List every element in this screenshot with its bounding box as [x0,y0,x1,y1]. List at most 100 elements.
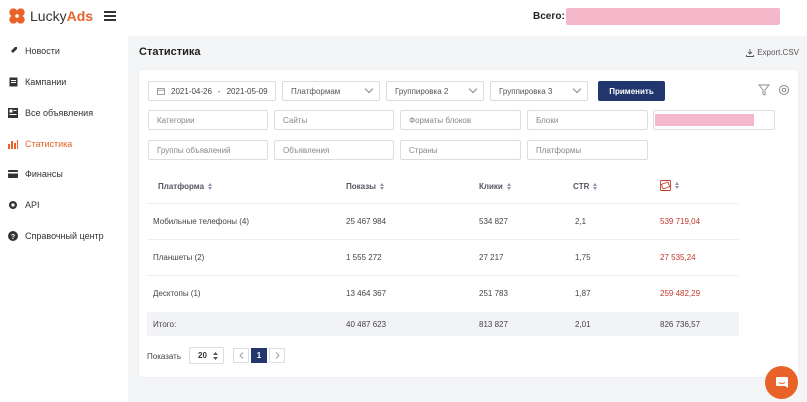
redacted-filter-value [655,114,754,126]
total-ctr: 2,01 [575,320,591,329]
row-divider [147,203,739,204]
logo-text-accent: Ads [66,8,94,24]
next-page-button[interactable] [269,348,285,363]
sites-input[interactable]: Сайты [274,110,394,130]
grouping-1-select[interactable]: Платформам [282,81,380,101]
total-clicks: 813 827 [479,320,508,329]
countries-input[interactable]: Страны [400,140,521,160]
grouping-2-value: Группировка 2 [395,86,449,96]
sidebar: Новости Кампании Все объявления Статисти… [0,36,128,402]
page-1-button[interactable]: 1 [251,348,267,363]
sidebar-item-all-ads[interactable]: Все объявления [0,103,128,123]
grouping-3-value: Группировка 3 [499,86,553,96]
categories-input[interactable]: Категории [148,110,268,130]
cell-ctr: 1,75 [575,253,591,262]
sort-icon [380,183,384,190]
sort-icon [208,183,213,190]
bar-chart-icon [8,139,18,149]
cell-platform: Десктопы (1) [153,289,201,298]
cell-cost: 539 719,04 [660,217,701,226]
clover-logo-icon [9,8,25,24]
gear-icon [8,200,18,210]
sidebar-item-news[interactable]: Новости [0,41,128,61]
grouping-2-select[interactable]: Группировка 2 [386,81,484,101]
cell-clicks: 27 217 [479,253,504,262]
sidebar-item-label: Все объявления [25,108,94,118]
redacted-balance [566,8,780,25]
chevron-left-icon [238,352,243,359]
rocket-icon [8,46,18,56]
hamburger-menu-icon[interactable] [104,11,116,21]
cell-impressions: 1 555 272 [346,253,382,262]
cell-platform: Мобильные телефоны (4) [153,217,250,226]
date-range-picker[interactable]: 2021-04-26 - 2021-05-09 [148,81,276,101]
sidebar-item-help-center[interactable]: ? Справочный центр [0,226,128,246]
logo-text-plain: Lucky [30,8,67,24]
cell-cost: 27 535,24 [660,253,696,262]
page-header: Статистика Export.CSV [128,36,807,68]
help-icon: ? [8,231,18,241]
page-size-label: Показать [147,352,182,361]
cell-ctr: 1,87 [575,289,591,298]
calendar-icon [157,88,165,95]
sidebar-item-finance[interactable]: Финансы [0,164,128,184]
sidebar-item-label: Кампании [25,77,67,87]
total-impressions: 40 487 623 [346,320,387,329]
chevron-down-icon [572,84,582,94]
column-header-cost[interactable] [660,180,679,191]
grouping-3-select[interactable]: Группировка 3 [490,81,588,101]
cell-impressions: 13 464 367 [346,289,387,298]
page-title: Статистика [139,46,201,58]
column-header-impressions[interactable]: Показы [346,182,384,191]
ad-groups-input[interactable]: Группы объявлений [148,140,268,160]
grouping-1-value: Платформам [291,86,341,96]
date-from: 2021-04-26 [171,86,212,96]
settings-gear-icon[interactable] [778,84,790,96]
platforms-input[interactable]: Платформы [527,140,648,160]
date-separator: - [217,86,221,96]
sort-icon [593,183,598,190]
sidebar-item-label: API [25,200,40,210]
prev-page-button[interactable] [233,348,249,363]
logo[interactable]: LuckyAds [8,7,93,25]
document-icon [8,77,18,87]
ads-list-icon [8,108,18,118]
sidebar-item-label: Статистика [25,139,73,149]
logo-text: LuckyAds [30,8,93,24]
ads-input[interactable]: Объявления [274,140,394,160]
cell-clicks: 251 783 [479,289,508,298]
support-chat-button[interactable] [765,366,798,399]
chevron-right-icon [275,352,280,359]
chevron-down-icon [364,84,374,94]
row-divider [147,239,739,240]
sort-arrows-icon [212,351,218,360]
cell-cost: 259 482,29 [660,289,701,298]
page-size-value: 20 [198,351,207,360]
filter-icon[interactable] [758,84,770,96]
cash-icon [660,180,671,191]
top-bar: LuckyAds Всего: [0,0,807,36]
export-csv-button[interactable]: Export.CSV [746,48,799,57]
chat-icon [775,377,788,388]
row-divider [147,275,739,276]
sidebar-item-campaigns[interactable]: Кампании [0,72,128,92]
column-header-clicks[interactable]: Клики [479,182,511,191]
cell-ctr: 2,1 [575,217,587,226]
cell-impressions: 25 467 984 [346,217,387,226]
total-cost: 826 736,57 [660,320,701,329]
total-label-cell: Итого: [153,320,177,329]
column-header-platform[interactable]: Платформа [158,182,213,191]
block-formats-input[interactable]: Форматы блоков [400,110,521,130]
date-to: 2021-05-09 [226,86,268,96]
wallet-icon [8,169,18,179]
sidebar-item-label: Справочный центр [25,231,104,241]
apply-button[interactable]: Применить [598,81,665,101]
sidebar-item-label: Новости [25,46,60,56]
column-header-ctr[interactable]: CTR [573,182,598,191]
sidebar-item-statistics[interactable]: Статистика [0,134,128,154]
page-size-select[interactable]: 20 [189,347,224,364]
total-label: Всего: [533,11,565,22]
sidebar-item-api[interactable]: API [0,195,128,215]
blocks-input[interactable]: Блоки [527,110,648,130]
sidebar-item-label: Финансы [25,169,63,179]
